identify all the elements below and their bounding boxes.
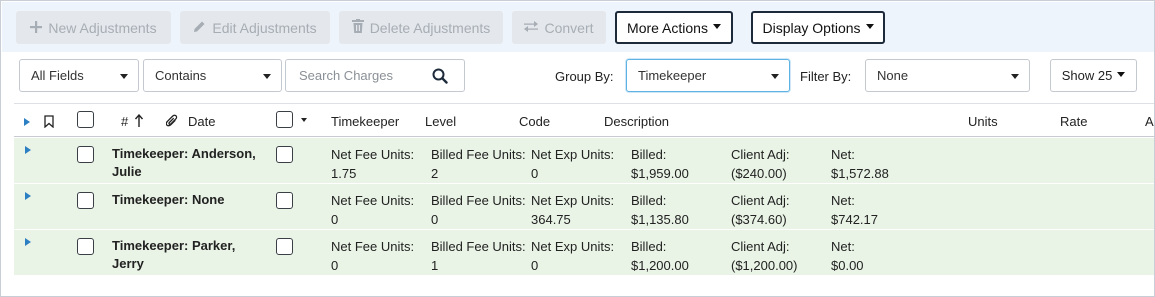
operator-select[interactable]: Contains <box>143 59 282 92</box>
delete-adjustments-label: Delete Adjustments <box>369 19 491 36</box>
column-description[interactable]: Description <box>604 114 669 129</box>
caret-down-icon <box>1117 72 1126 77</box>
arrow-up-icon <box>134 113 144 130</box>
chevron-down-icon <box>120 74 128 79</box>
client-adjustment: Client Adj: ($240.00) <box>731 147 790 181</box>
caret-down-icon[interactable] <box>301 118 307 122</box>
net-amount: Net: $1,572.88 <box>831 147 889 181</box>
convert-button[interactable]: Convert <box>512 11 606 44</box>
group-row[interactable]: Timekeeper: Anderson, Julie Net Fee Unit… <box>14 138 1154 184</box>
column-number[interactable]: # <box>121 114 128 129</box>
chevron-down-icon <box>771 74 779 79</box>
group-by-label: Group By: <box>555 69 614 84</box>
net-exp-units: Net Exp Units: 364.75 <box>531 193 615 227</box>
filter-by-label: Filter By: <box>800 69 852 84</box>
billed-amount: Billed: $1,135.80 <box>631 193 689 227</box>
pencil-icon <box>193 20 206 36</box>
column-level[interactable]: Level <box>425 114 456 129</box>
column-units[interactable]: Units <box>968 114 998 129</box>
search-input[interactable] <box>287 61 427 90</box>
caret-down-icon <box>865 24 874 29</box>
column-amount[interactable]: A <box>1145 114 1154 129</box>
delete-adjustments-button[interactable]: Delete Adjustments <box>339 11 503 44</box>
bulk-select-checkbox[interactable] <box>276 111 293 128</box>
group-select-checkbox[interactable] <box>276 192 293 209</box>
net-fee-units: Net Fee Units: 0 <box>331 193 415 227</box>
new-adjustments-label: New Adjustments <box>48 19 157 36</box>
group-name: Timekeeper: Parker, Jerry <box>112 238 236 271</box>
net-fee-units: Net Fee Units: 0 <box>331 239 415 273</box>
client-adjustment: Client Adj: ($374.60) <box>731 193 790 227</box>
group-row[interactable]: Timekeeper: None Net Fee Units: 0 Billed … <box>14 184 1154 230</box>
chevron-down-icon <box>1011 74 1019 79</box>
billed-amount: Billed: $1,200.00 <box>631 239 689 273</box>
net-fee-units: Net Fee Units: 1.75 <box>331 147 415 181</box>
toolbar: New Adjustments Edit Adjustments Delete … <box>2 2 1154 52</box>
adjustments-panel: New Adjustments Edit Adjustments Delete … <box>0 0 1155 297</box>
show-count-label: Show 25 <box>1061 68 1113 83</box>
filter-by-select[interactable]: None <box>865 59 1030 92</box>
group-checkbox[interactable] <box>77 146 94 163</box>
edit-adjustments-button[interactable]: Edit Adjustments <box>180 11 330 44</box>
expand-group-icon[interactable] <box>25 192 31 200</box>
client-adjustment: Client Adj: ($1,200.00) <box>731 239 798 273</box>
more-actions-button[interactable]: More Actions <box>615 11 733 44</box>
billed-fee-units: Billed Fee Units: 0 <box>431 193 526 227</box>
more-actions-label: More Actions <box>627 19 708 36</box>
caret-down-icon <box>712 24 721 29</box>
display-options-button[interactable]: Display Options <box>751 11 885 44</box>
group-by-select[interactable]: Timekeeper <box>626 59 790 92</box>
chevron-down-icon <box>263 74 271 79</box>
expand-all-icon[interactable] <box>24 118 30 126</box>
search-box <box>285 59 465 92</box>
magnifier-icon[interactable] <box>432 68 448 84</box>
show-count-button[interactable]: Show 25 <box>1050 59 1137 92</box>
group-name: Timekeeper: Anderson, Julie <box>112 146 256 179</box>
billed-fee-units: Billed Fee Units: 1 <box>431 239 526 273</box>
column-rate[interactable]: Rate <box>1060 114 1087 129</box>
paperclip-icon <box>165 114 178 131</box>
column-code[interactable]: Code <box>519 114 550 129</box>
select-all-checkbox[interactable] <box>77 111 94 128</box>
group-checkbox[interactable] <box>77 192 94 209</box>
table-header: # Date Timekeeper Level Code Description… <box>14 103 1154 137</box>
bookmark-icon[interactable] <box>44 115 54 129</box>
net-amount: Net: $742.17 <box>831 193 878 227</box>
group-name: Timekeeper: None <box>112 192 225 207</box>
edit-adjustments-label: Edit Adjustments <box>212 19 317 36</box>
expand-group-icon[interactable] <box>25 238 31 246</box>
filter-by-value: None <box>877 68 909 83</box>
new-adjustments-button[interactable]: New Adjustments <box>16 11 171 44</box>
group-row[interactable]: Timekeeper: Parker, Jerry Net Fee Units:… <box>14 230 1154 276</box>
field-select-value: All Fields <box>31 68 84 83</box>
plus-icon <box>30 20 43 36</box>
trash-icon <box>351 19 364 36</box>
convert-label: Convert <box>544 19 594 36</box>
group-checkbox[interactable] <box>77 238 94 255</box>
group-select-checkbox[interactable] <box>276 238 293 255</box>
swap-arrows-icon <box>524 20 539 36</box>
net-amount: Net: $0.00 <box>831 239 864 273</box>
operator-select-value: Contains <box>155 68 207 83</box>
billed-fee-units: Billed Fee Units: 2 <box>431 147 526 181</box>
net-exp-units: Net Exp Units: 0 <box>531 147 615 181</box>
billed-amount: Billed: $1,959.00 <box>631 147 689 181</box>
column-timekeeper[interactable]: Timekeeper <box>331 114 399 129</box>
group-by-value: Timekeeper <box>638 68 707 83</box>
display-options-label: Display Options <box>762 19 861 36</box>
column-date[interactable]: Date <box>188 114 215 129</box>
expand-group-icon[interactable] <box>25 146 31 154</box>
field-select[interactable]: All Fields <box>19 59 139 92</box>
net-exp-units: Net Exp Units: 0 <box>531 239 615 273</box>
group-select-checkbox[interactable] <box>276 146 293 163</box>
